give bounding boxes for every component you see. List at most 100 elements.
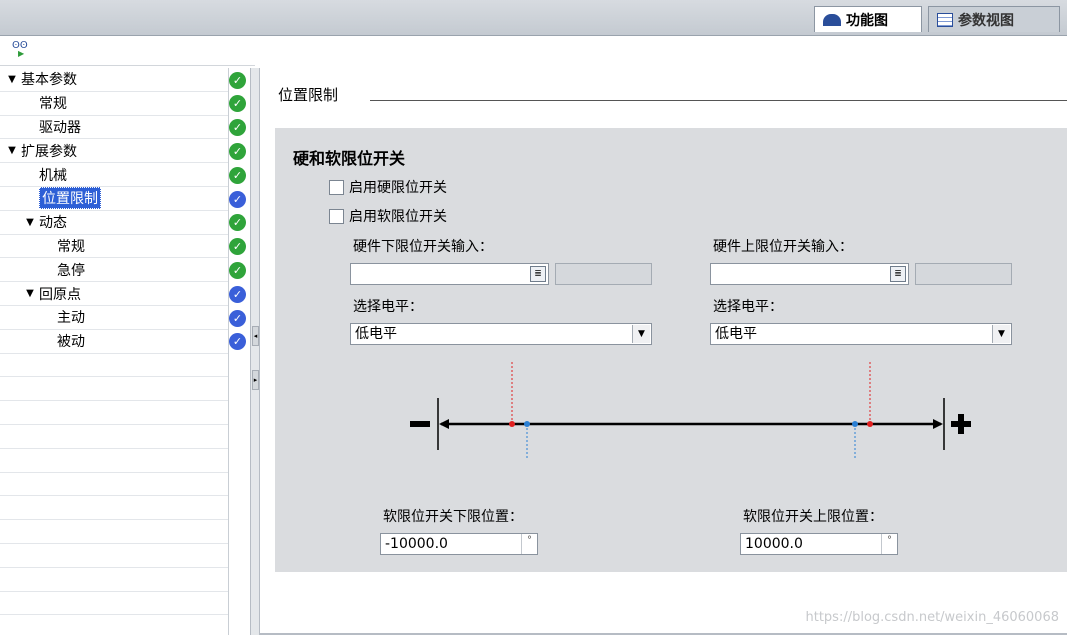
tree-empty-row <box>0 377 228 402</box>
parameter-tree: ▼ 基本参数 常规 驱动器 ▼ 扩展参数 机械 位置限制 ▼ 动态 常规 急停 ▼ 回原点 主动 被动 <box>0 68 228 635</box>
level-left-select[interactable]: 低电平 ▼ <box>350 323 652 345</box>
tree-item-label: 扩展参数 <box>21 143 77 160</box>
tree-item-label: 回原点 <box>39 286 81 303</box>
limit-diagram <box>410 362 971 458</box>
hw-lower-address-field <box>555 263 652 285</box>
unit-degree-icon: ° <box>881 534 897 554</box>
view-tab-bar: 功能图 参数视图 <box>0 0 1067 36</box>
hw-upper-input-label: 硬件上限位开关输入： <box>713 239 853 255</box>
hw-lower-input-field[interactable]: ≣ <box>350 263 549 285</box>
tab-parameter-view-label: 参数视图 <box>958 12 1014 29</box>
tree-item-label: 常规 <box>57 238 85 255</box>
tree-item-label: 基本参数 <box>21 72 77 89</box>
limit-switch-panel: 硬和软限位开关 启用硬限位开关 启用软限位开关 硬件下限位开关输入： ≣ 硬件上… <box>275 128 1067 572</box>
tree-item[interactable]: ▼ 基本参数 <box>0 68 228 92</box>
level-right-value: 低电平 <box>715 326 757 342</box>
status-check-icon: ✓ <box>229 119 246 137</box>
tree-item[interactable]: ▼ 回原点 <box>0 282 228 306</box>
tree-item[interactable]: 常规 <box>0 235 228 259</box>
sw-lower-position-value: -10000.0 <box>385 536 448 552</box>
axis-right-arrow <box>933 419 943 429</box>
hw-upper-marker <box>867 421 873 427</box>
expand-toggle-icon[interactable]: ▼ <box>24 217 36 228</box>
tree-item-label: 常规 <box>39 96 67 113</box>
expand-toggle-icon[interactable]: ▼ <box>6 145 18 156</box>
tree-item[interactable]: 驱动器 <box>0 116 228 140</box>
status-check-icon: ✓ <box>229 261 246 279</box>
status-check-icon: ✓ <box>229 333 246 351</box>
tree-item-label: 动态 <box>39 215 67 232</box>
sw-upper-position-field[interactable]: 10000.0 ° <box>740 533 898 555</box>
tree-item[interactable]: 急停 <box>0 258 228 283</box>
tree-empty-row <box>0 354 228 378</box>
hw-lower-browse-icon[interactable]: ≣ <box>530 266 546 282</box>
tab-parameter-view[interactable]: 参数视图 <box>928 6 1060 32</box>
chevron-down-icon[interactable]: ▼ <box>992 325 1010 343</box>
status-check-icon: ✓ <box>229 142 246 160</box>
collapse-left-button[interactable]: ◂ <box>252 326 259 346</box>
sw-lower-position-field[interactable]: -10000.0 ° <box>380 533 538 555</box>
hw-upper-browse-icon[interactable]: ≣ <box>890 266 906 282</box>
function-view-icon <box>823 13 841 26</box>
status-check-icon: ✓ <box>229 285 246 303</box>
status-column: ✓ ✓ ✓ ✓ ✓ ✓ ✓ ✓ ✓ ✓ ✓ ✓ <box>228 68 250 635</box>
hw-upper-input-field[interactable]: ≣ <box>710 263 909 285</box>
tree-item[interactable]: 常规 <box>0 92 228 116</box>
tree-item-label: 位置限制 <box>39 187 101 210</box>
tree-item-label: 机械 <box>39 167 67 184</box>
status-check-icon: ✓ <box>229 166 246 184</box>
level-right-select[interactable]: 低电平 ▼ <box>710 323 1012 345</box>
section-title: 位置限制 <box>278 86 339 104</box>
tree-item[interactable]: 被动 <box>0 330 228 354</box>
axis-left-arrow <box>439 419 449 429</box>
tree-item-label: 急停 <box>57 262 85 279</box>
hw-lower-input-label: 硬件下限位开关输入： <box>353 239 493 255</box>
sw-lower-position-label: 软限位开关下限位置： <box>383 509 523 525</box>
tree-item[interactable]: ▼ 动态 <box>0 211 228 235</box>
expand-toggle-icon[interactable]: ▼ <box>24 288 36 299</box>
tab-function-view[interactable]: 功能图 <box>814 6 922 32</box>
enable-hw-limit-checkbox[interactable] <box>329 179 344 195</box>
status-check-icon: ✓ <box>229 190 246 208</box>
enable-sw-limit-label: 启用软限位开关 <box>349 209 447 225</box>
panel-title: 硬和软限位开关 <box>293 149 406 168</box>
tree-item[interactable]: ▼ 扩展参数 <box>0 139 228 164</box>
tree-item[interactable]: 主动 <box>0 306 228 330</box>
parameter-view-icon <box>937 12 953 27</box>
tree-empty-row <box>0 520 228 544</box>
sw-upper-position-value: 10000.0 <box>745 536 803 552</box>
plus-icon-v <box>958 414 964 434</box>
browse-glasses-icon[interactable]: ʘʘ ▶ <box>12 41 32 58</box>
tree-empty-row <box>0 401 228 425</box>
tree-item[interactable]: 位置限制 <box>0 187 228 211</box>
level-left-label: 选择电平： <box>353 299 423 315</box>
tab-function-view-label: 功能图 <box>846 12 888 29</box>
level-left-value: 低电平 <box>355 326 397 342</box>
status-check-icon: ✓ <box>229 238 246 256</box>
tree-empty-row <box>0 592 228 616</box>
hw-lower-marker <box>509 421 515 427</box>
enable-sw-limit-row[interactable]: 启用软限位开关 <box>329 206 447 226</box>
sw-upper-marker <box>852 421 858 427</box>
expand-right-button[interactable]: ▸ <box>252 370 259 390</box>
tree-item-label: 驱动器 <box>39 119 81 136</box>
tree-empty-row <box>0 544 228 568</box>
sw-lower-marker <box>524 421 530 427</box>
enable-hw-limit-row[interactable]: 启用硬限位开关 <box>329 177 447 197</box>
expand-toggle-icon[interactable]: ▼ <box>6 74 18 85</box>
tree-item[interactable]: 机械 <box>0 163 228 187</box>
tree-toolbar: ʘʘ ▶ <box>0 36 255 66</box>
unit-degree-icon: ° <box>521 534 537 554</box>
status-check-icon: ✓ <box>229 71 246 89</box>
tree-empty-row <box>0 568 228 592</box>
main-pane: 位置限制 硬和软限位开关 启用硬限位开关 启用软限位开关 硬件下限位开关输入： … <box>260 36 1067 635</box>
level-right-label: 选择电平： <box>713 299 783 315</box>
chevron-down-icon[interactable]: ▼ <box>632 325 650 343</box>
tree-empty-row <box>0 496 228 521</box>
tree-empty-row <box>0 425 228 449</box>
watermark-text: https://blog.csdn.net/weixin_46060068 <box>805 610 1059 625</box>
status-check-icon: ✓ <box>229 309 246 327</box>
enable-sw-limit-checkbox[interactable] <box>329 208 344 224</box>
tree-empty-row <box>0 449 228 473</box>
tree-splitter[interactable]: ◂ ▸ <box>250 68 260 635</box>
